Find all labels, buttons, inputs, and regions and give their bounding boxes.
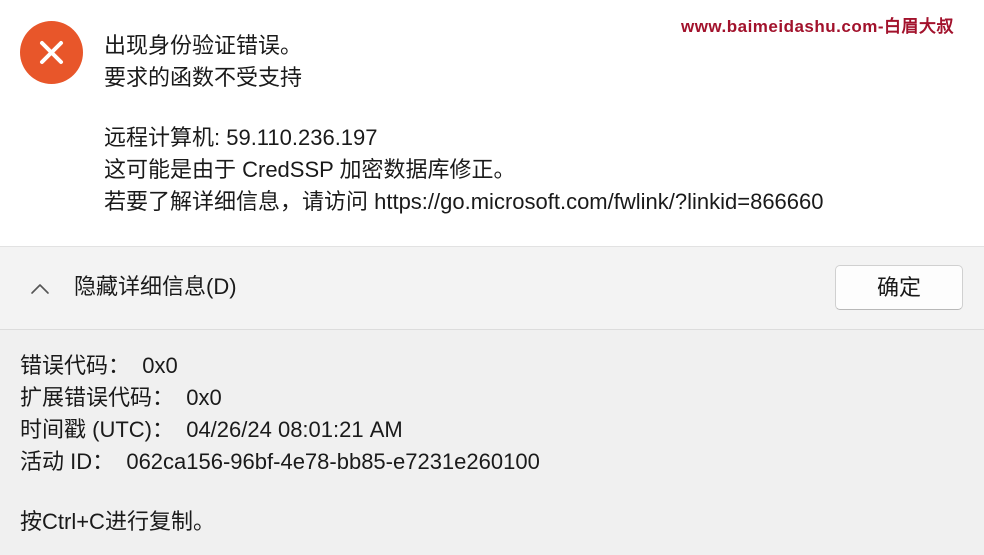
activity-id-text: 活动 ID： 062ca156-96bf-4e78-bb85-e7231e260… — [20, 449, 540, 474]
chevron-up-icon[interactable] — [28, 277, 52, 301]
credssp-text: 这可能是由于 CredSSP 加密数据库修正。 — [104, 157, 516, 182]
button-bar: 隐藏详细信息(D) 确定 — [0, 246, 984, 330]
watermark-text: www.baimeidashu.com-白眉大叔 — [680, 17, 954, 36]
details-panel: 错误代码： 0x0 扩展错误代码： 0x0 时间戳 (UTC)： 04/26/2… — [0, 330, 984, 555]
error-code-text: 错误代码： 0x0 — [20, 353, 178, 378]
error-subtitle: 要求的函数不受支持 — [104, 65, 303, 90]
more-info-text: 若要了解详细信息，请访问 https://go.microsoft.com/fw… — [104, 189, 824, 214]
extended-error-code-text: 扩展错误代码： 0x0 — [20, 385, 222, 410]
message-area: www.baimeidashu.com-白眉大叔 出现身份验证错误。 要求的函数… — [0, 0, 984, 246]
ok-button[interactable]: 确定 — [835, 265, 963, 310]
error-dialog: www.baimeidashu.com-白眉大叔 出现身份验证错误。 要求的函数… — [0, 0, 984, 555]
copy-hint-text: 按Ctrl+C进行复制。 — [20, 509, 215, 534]
error-title: 出现身份验证错误。 — [104, 33, 303, 58]
remote-computer-text: 远程计算机: 59.110.236.197 — [104, 125, 378, 150]
timestamp-text: 时间戳 (UTC)： 04/26/24 08:01:21 AM — [20, 417, 403, 442]
error-x-icon — [20, 21, 83, 84]
hide-details-toggle[interactable]: 隐藏详细信息(D) — [74, 271, 237, 303]
